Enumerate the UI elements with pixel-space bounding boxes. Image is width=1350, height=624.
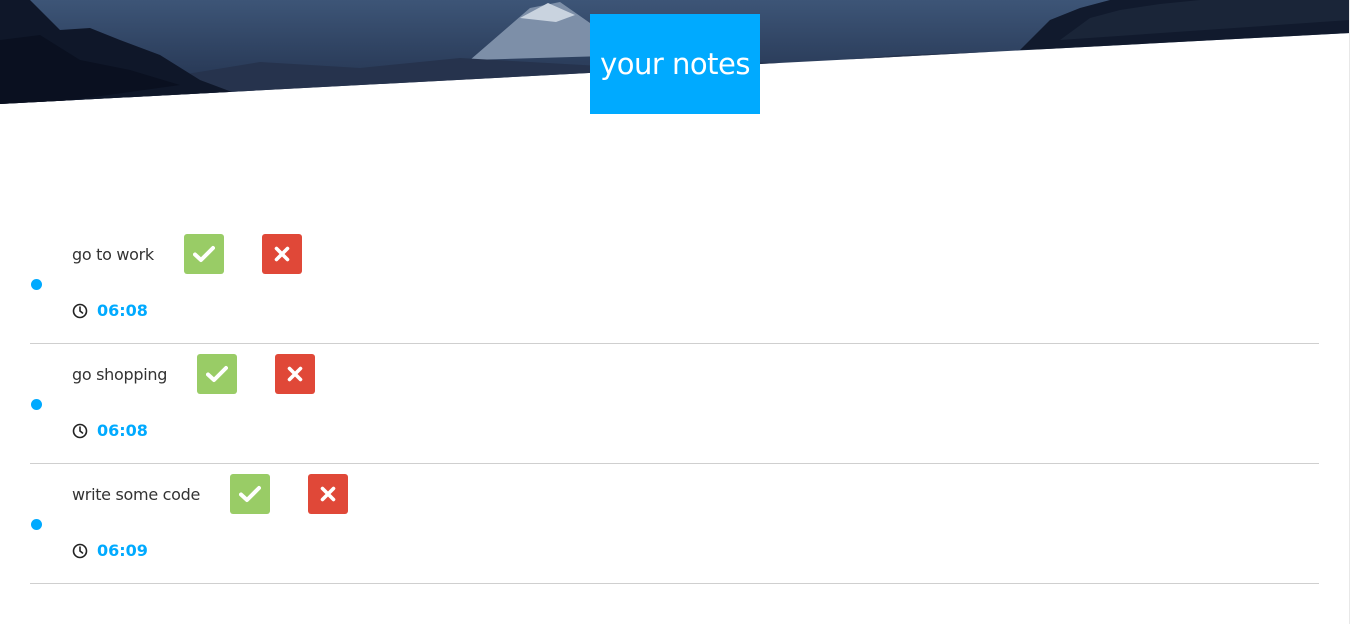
page-title: your notes — [590, 14, 760, 114]
check-icon — [192, 246, 215, 262]
mark-done-button[interactable] — [183, 234, 224, 274]
note-text: write some code — [72, 484, 201, 504]
mark-done-button[interactable] — [230, 474, 271, 514]
clock-icon — [72, 303, 88, 318]
list-item: go to work 06:08 — [30, 224, 1319, 344]
list-item: write some code 06:09 — [30, 464, 1319, 584]
bullet-icon — [31, 399, 42, 410]
note-row: go to work — [72, 234, 302, 274]
notes-page: your notes go to work 06:08 go shopping … — [0, 0, 1350, 624]
timestamp: 06:08 — [72, 301, 148, 320]
mark-done-button[interactable] — [197, 354, 238, 394]
note-time: 06:09 — [97, 541, 148, 560]
notes-list: go to work 06:08 go shopping 06:08 write… — [30, 224, 1319, 584]
close-icon — [274, 246, 290, 262]
timestamp: 06:09 — [72, 541, 148, 560]
list-item: go shopping 06:08 — [30, 344, 1319, 464]
bullet-icon — [31, 279, 42, 290]
note-text: go to work — [72, 244, 154, 264]
check-icon — [239, 486, 262, 502]
check-icon — [206, 366, 229, 382]
delete-button[interactable] — [261, 234, 302, 274]
note-text: go shopping — [72, 364, 168, 384]
clock-icon — [72, 423, 88, 438]
delete-button[interactable] — [275, 354, 316, 394]
note-time: 06:08 — [97, 301, 148, 320]
close-icon — [287, 366, 303, 382]
timestamp: 06:08 — [72, 421, 148, 440]
delete-button[interactable] — [308, 474, 349, 514]
bullet-icon — [31, 519, 42, 530]
note-row: write some code — [72, 474, 349, 514]
note-row: go shopping — [72, 354, 316, 394]
close-icon — [320, 486, 336, 502]
clock-icon — [72, 543, 88, 558]
note-time: 06:08 — [97, 421, 148, 440]
